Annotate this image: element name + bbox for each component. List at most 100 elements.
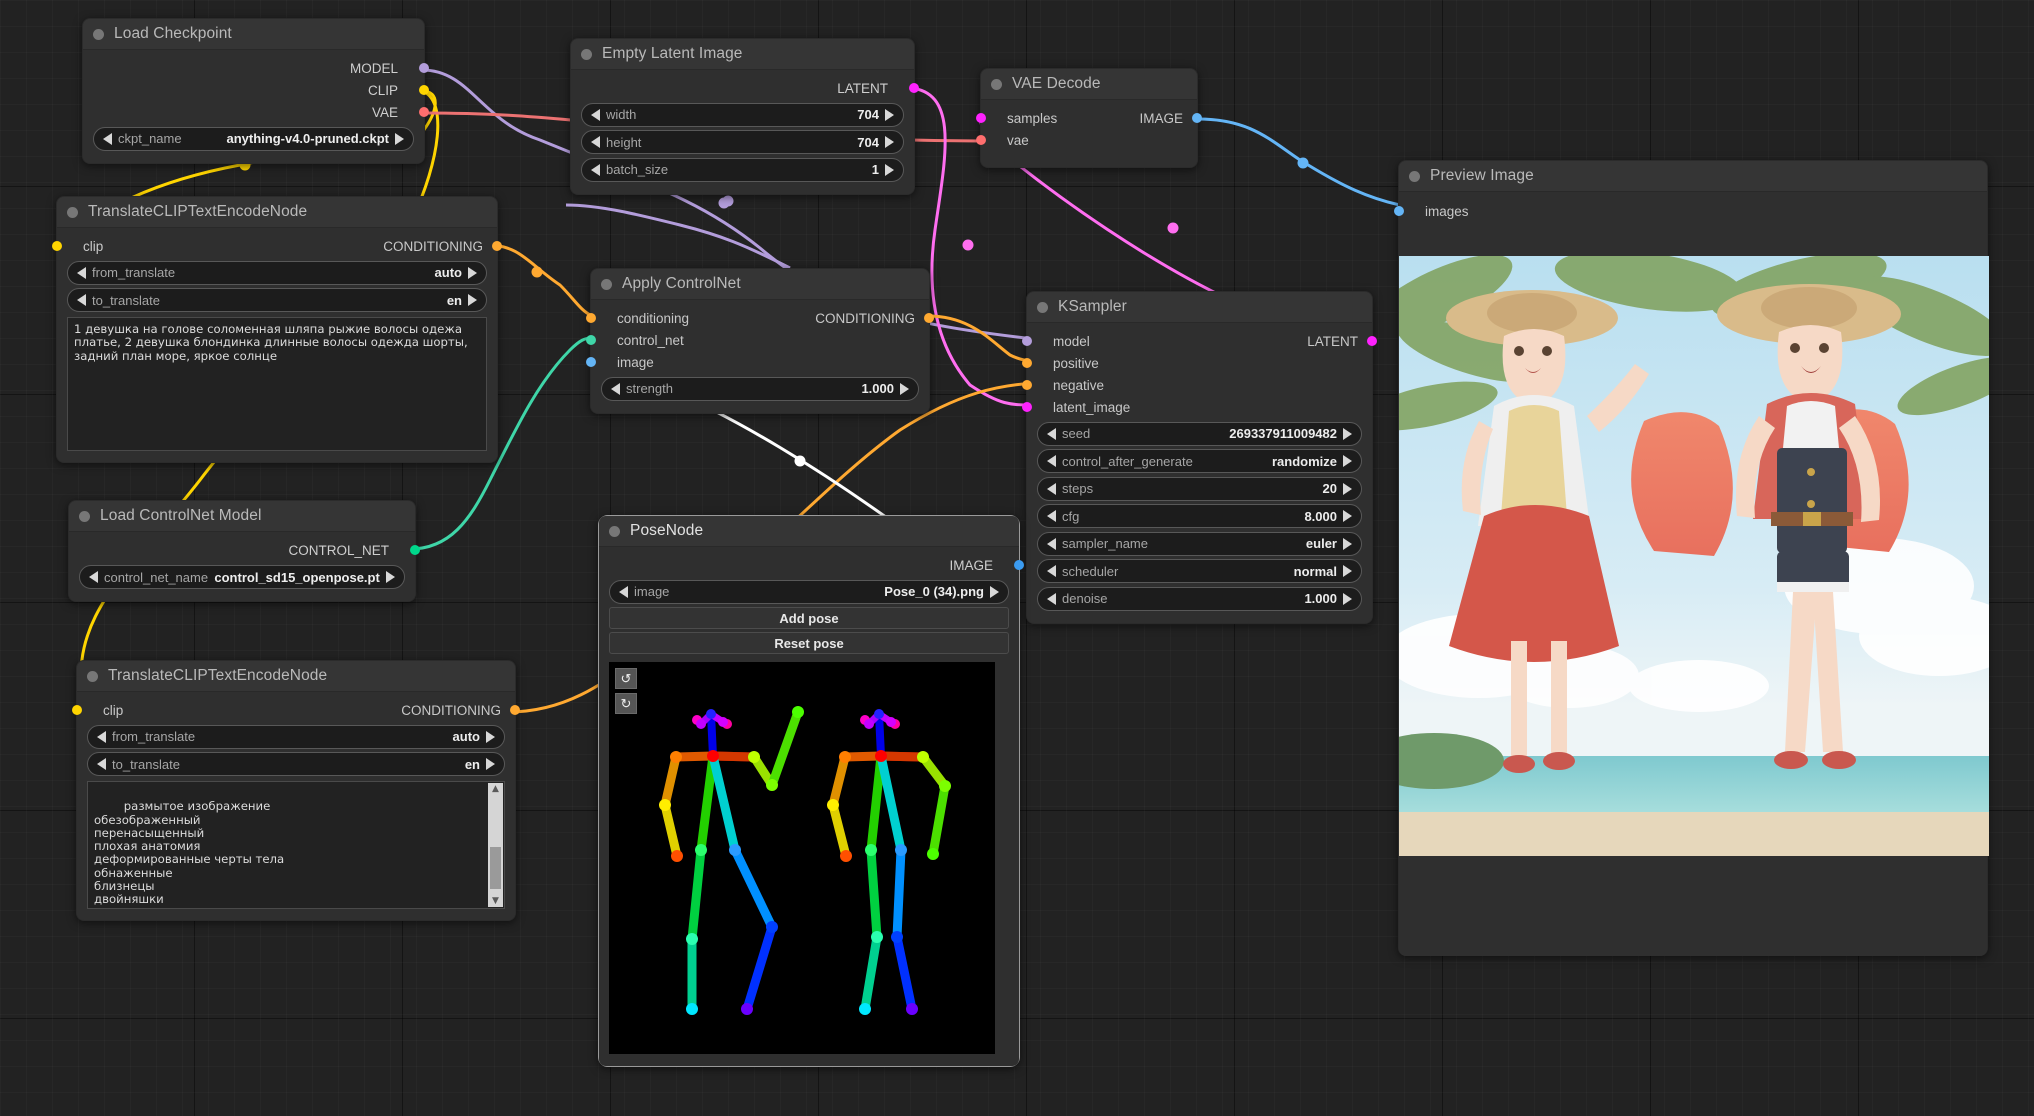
output-slot-clip[interactable]: CLIP xyxy=(83,79,424,101)
node-load-checkpoint[interactable]: Load Checkpoint MODEL CLIP VAE ckpt_name… xyxy=(82,18,425,164)
port-clip[interactable] xyxy=(419,85,429,95)
node-title-bar[interactable]: TranslateCLIPTextEncodeNode xyxy=(77,661,515,691)
decrement-arrow-icon[interactable] xyxy=(591,109,600,121)
output-slot-vae[interactable]: VAE xyxy=(83,101,424,123)
input-slot-conditioning[interactable]: conditioning CONDITIONING xyxy=(591,307,929,329)
widget-image[interactable]: image Pose_0 (34).png xyxy=(609,580,1009,604)
collapse-dot-icon[interactable] xyxy=(1037,302,1048,313)
decrement-arrow-icon[interactable] xyxy=(1047,538,1056,550)
input-slot-clip[interactable]: clip CONDITIONING xyxy=(57,235,497,257)
decrement-arrow-icon[interactable] xyxy=(1047,565,1056,577)
widget-value[interactable]: randomize xyxy=(1272,454,1337,469)
widget-value[interactable]: control_sd15_openpose.pth xyxy=(214,570,380,585)
increment-arrow-icon[interactable] xyxy=(1343,593,1352,605)
widget-value[interactable]: euler xyxy=(1306,536,1337,551)
widget-to-translate[interactable]: to_translate en xyxy=(67,288,487,312)
port-negative[interactable] xyxy=(1022,380,1032,390)
input-slot-image[interactable]: image xyxy=(591,351,929,373)
decrement-arrow-icon[interactable] xyxy=(1047,428,1056,440)
port-samples[interactable] xyxy=(976,113,986,123)
widget-batch-size[interactable]: batch_size 1 xyxy=(581,158,904,182)
port-latent-out[interactable] xyxy=(1367,336,1377,346)
widget-value[interactable]: 1.000 xyxy=(1304,591,1337,606)
add-pose-button[interactable]: Add pose xyxy=(609,607,1009,629)
collapse-dot-icon[interactable] xyxy=(991,79,1002,90)
widget-value[interactable]: normal xyxy=(1294,564,1337,579)
widget-to-translate[interactable]: to_translate en xyxy=(87,752,505,776)
increment-arrow-icon[interactable] xyxy=(1343,428,1352,440)
widget-value[interactable]: 20 xyxy=(1323,481,1337,496)
widget-value[interactable]: 8.000 xyxy=(1304,509,1337,524)
node-title-bar[interactable]: TranslateCLIPTextEncodeNode xyxy=(57,197,497,227)
node-title-bar[interactable]: Empty Latent Image xyxy=(571,39,914,69)
decrement-arrow-icon[interactable] xyxy=(97,731,106,743)
input-slot-latent-image[interactable]: latent_image xyxy=(1027,396,1372,418)
node-posenode[interactable]: PoseNode IMAGE image Pose_0 (34).png Add… xyxy=(598,515,1020,1067)
port-conditioning[interactable] xyxy=(492,241,502,251)
widget-value[interactable]: auto xyxy=(435,265,462,280)
pose-tool-group[interactable]: ↺ ↻ xyxy=(615,668,637,718)
widget-from-translate[interactable]: from_translate auto xyxy=(67,261,487,285)
decrement-arrow-icon[interactable] xyxy=(619,586,628,598)
decrement-arrow-icon[interactable] xyxy=(77,267,86,279)
port-latent-image[interactable] xyxy=(1022,402,1032,412)
increment-arrow-icon[interactable] xyxy=(885,109,894,121)
textarea-scrollbar[interactable]: ▲ ▼ xyxy=(488,783,503,907)
node-translate-clip-positive[interactable]: TranslateCLIPTextEncodeNode clip CONDITI… xyxy=(56,196,498,463)
node-title-bar[interactable]: Load Checkpoint xyxy=(83,19,424,49)
node-title-bar[interactable]: KSampler xyxy=(1027,292,1372,322)
widget-ckpt-name[interactable]: ckpt_name anything-v4.0-pruned.ckpt xyxy=(93,127,414,151)
widget-value[interactable]: en xyxy=(447,293,462,308)
widget-value[interactable]: auto xyxy=(453,729,480,744)
widget-from-translate[interactable]: from_translate auto xyxy=(87,725,505,749)
node-apply-controlnet[interactable]: Apply ControlNet conditioning CONDITIONI… xyxy=(590,268,930,414)
input-slot-vae[interactable]: vae xyxy=(981,129,1197,151)
decrement-arrow-icon[interactable] xyxy=(1047,455,1056,467)
preview-image-output[interactable] xyxy=(1399,256,1989,856)
increment-arrow-icon[interactable] xyxy=(885,164,894,176)
collapse-dot-icon[interactable] xyxy=(79,511,90,522)
input-slot-positive[interactable]: positive xyxy=(1027,352,1372,374)
port-images[interactable] xyxy=(1394,206,1404,216)
increment-arrow-icon[interactable] xyxy=(468,294,477,306)
port-positive[interactable] xyxy=(1022,358,1032,368)
node-title-bar[interactable]: Preview Image xyxy=(1399,161,1987,191)
widget-value[interactable]: en xyxy=(465,757,480,772)
widget-seed[interactable]: seed 269337911009482 xyxy=(1037,422,1362,446)
node-title-bar[interactable]: Apply ControlNet xyxy=(591,269,929,299)
port-vae[interactable] xyxy=(976,135,986,145)
scrollbar-thumb[interactable] xyxy=(490,847,501,889)
node-vae-decode[interactable]: VAE Decode samples IMAGE vae xyxy=(980,68,1198,168)
scroll-down-icon[interactable]: ▼ xyxy=(492,895,499,907)
node-title-bar[interactable]: Load ControlNet Model xyxy=(69,501,415,531)
port-image[interactable] xyxy=(1014,560,1024,570)
comfyui-graph-canvas[interactable]: Load Checkpoint MODEL CLIP VAE ckpt_name… xyxy=(0,0,2034,1116)
negative-prompt-textarea[interactable]: размытое изображение обезображенный пере… xyxy=(87,781,505,909)
increment-arrow-icon[interactable] xyxy=(1343,510,1352,522)
widget-value[interactable]: 704 xyxy=(857,135,879,150)
decrement-arrow-icon[interactable] xyxy=(77,294,86,306)
collapse-dot-icon[interactable] xyxy=(87,671,98,682)
decrement-arrow-icon[interactable] xyxy=(1047,593,1056,605)
port-model[interactable] xyxy=(419,63,429,73)
collapse-dot-icon[interactable] xyxy=(1409,171,1420,182)
reset-pose-button[interactable]: Reset pose xyxy=(609,632,1009,654)
increment-arrow-icon[interactable] xyxy=(386,571,395,583)
undo-icon[interactable]: ↺ xyxy=(615,668,637,689)
port-image[interactable] xyxy=(586,357,596,367)
collapse-dot-icon[interactable] xyxy=(609,526,620,537)
increment-arrow-icon[interactable] xyxy=(900,383,909,395)
decrement-arrow-icon[interactable] xyxy=(591,136,600,148)
widget-cfg[interactable]: cfg 8.000 xyxy=(1037,504,1362,528)
port-vae[interactable] xyxy=(419,107,429,117)
port-image[interactable] xyxy=(1192,113,1202,123)
output-slot-latent[interactable]: LATENT xyxy=(571,77,914,99)
increment-arrow-icon[interactable] xyxy=(1343,565,1352,577)
widget-sampler-name[interactable]: sampler_name euler xyxy=(1037,532,1362,556)
node-ksampler[interactable]: KSampler model LATENT positive negative … xyxy=(1026,291,1373,624)
node-translate-clip-negative[interactable]: TranslateCLIPTextEncodeNode clip CONDITI… xyxy=(76,660,516,921)
increment-arrow-icon[interactable] xyxy=(468,267,477,279)
port-control-net[interactable] xyxy=(586,335,596,345)
port-model[interactable] xyxy=(1022,336,1032,346)
decrement-arrow-icon[interactable] xyxy=(89,571,98,583)
